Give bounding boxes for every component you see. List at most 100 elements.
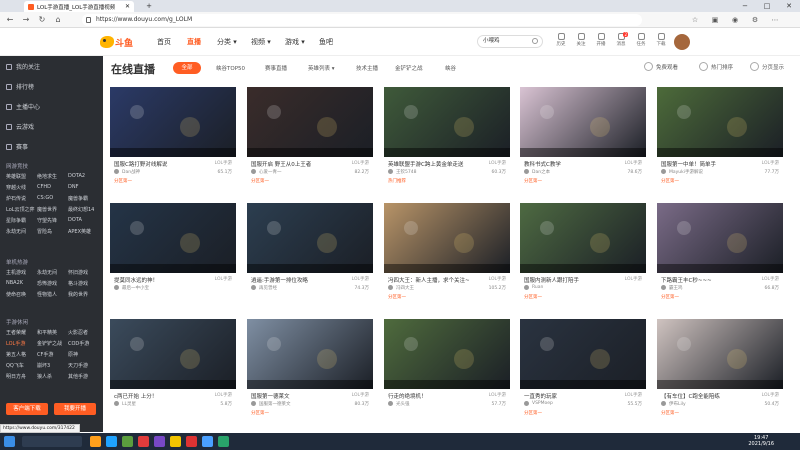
- sidebar-game-link[interactable]: 永劫无间: [6, 228, 37, 235]
- sidebar-item-rank[interactable]: 排行榜: [6, 82, 34, 91]
- option-sort[interactable]: 热门排序: [699, 62, 733, 71]
- stream-category[interactable]: LOL手游: [489, 276, 506, 282]
- sidebar-game-link[interactable]: DOTA2: [68, 173, 99, 180]
- sidebar-game-link[interactable]: 明日方舟: [6, 373, 37, 380]
- collections-icon[interactable]: ▣: [710, 15, 720, 25]
- streamer-name[interactable]: 伊布Lily: [669, 401, 686, 407]
- sidebar-game-link[interactable]: 使命召唤: [6, 291, 37, 298]
- start-broadcast-button[interactable]: 我要开播: [54, 403, 96, 415]
- forward-icon[interactable]: →: [20, 14, 32, 26]
- nav-live[interactable]: 直播: [187, 37, 201, 47]
- stream-title[interactable]: 英雄联盟手游C跨上黄金单走送: [388, 160, 478, 168]
- sidebar-game-link[interactable]: 狼人杀: [37, 373, 68, 380]
- stream-title[interactable]: 国服C路打野对线解说: [114, 160, 204, 168]
- sidebar-game-link[interactable]: 火影忍者: [68, 329, 99, 336]
- stream-thumbnail[interactable]: [247, 319, 373, 389]
- sidebar-game-link[interactable]: CFHD: [37, 184, 68, 191]
- app-icon[interactable]: [202, 436, 213, 447]
- stream-title[interactable]: 冯四大王：新人主播，求个关注~: [388, 276, 478, 284]
- category-rift[interactable]: 峡谷: [445, 64, 456, 72]
- nav-home[interactable]: 首页: [157, 37, 171, 47]
- stream-card[interactable]: 行走的绝境机！ LOL手游 光头强 57.7万: [384, 319, 510, 429]
- sidebar-game-link[interactable]: 我的世界: [68, 291, 99, 298]
- sidebar-game-link[interactable]: 怪物猎人: [37, 291, 68, 298]
- stream-title[interactable]: 逍遥:手游第一排位攻略: [251, 276, 341, 284]
- stream-title[interactable]: 教科书式C教学: [524, 160, 614, 168]
- sidebar-game-link[interactable]: 冒险岛: [37, 228, 68, 235]
- sidebar-game-link[interactable]: 最终幻想14: [68, 206, 99, 213]
- stream-thumbnail[interactable]: [657, 203, 783, 273]
- stream-card[interactable]: 逍遥:手游第一排位攻略 LOL手游 再见曾经 74.3万: [247, 203, 373, 313]
- streamer-name[interactable]: 王钦5748: [396, 169, 416, 175]
- sidebar-game-link[interactable]: LOL手游: [6, 340, 37, 347]
- stream-thumbnail[interactable]: [520, 319, 646, 389]
- search-input[interactable]: 小喂鸡: [477, 35, 543, 48]
- stream-category[interactable]: LOL手游: [352, 276, 369, 282]
- douyu-logo[interactable]: 斗鱼: [100, 35, 134, 49]
- stream-thumbnail[interactable]: [384, 203, 510, 273]
- stream-card[interactable]: 国服第一中单！简单手 LOL手游 Mayuki手游解说 77.7万 分区第一: [657, 87, 783, 197]
- stream-card[interactable]: 国服C路打野对线解说 LOL手游 Dan战神 65.1万 分区第一: [110, 87, 236, 197]
- sidebar-game-link[interactable]: 原神: [68, 351, 99, 358]
- stream-thumbnail[interactable]: [384, 87, 510, 157]
- stream-card[interactable]: 【有车位】C跑全能陪练 LOL手游 伊布Lily 50.4万 分区第一: [657, 319, 783, 429]
- stream-category[interactable]: LOL手游: [625, 392, 642, 398]
- close-tab-icon[interactable]: ✕: [125, 3, 130, 10]
- sidebar-game-link[interactable]: 魔兽世界: [37, 206, 68, 213]
- edge-browser-icon[interactable]: [106, 436, 117, 447]
- sidebar-game-link[interactable]: 格斗游戏: [68, 280, 99, 287]
- stream-card[interactable]: 国服内测新人跟打陪手 LOL手游 Ruan 分区第一: [520, 203, 646, 313]
- nav-yuba[interactable]: 鱼吧: [319, 37, 333, 47]
- sidebar-game-link[interactable]: 魔兽争霸: [68, 195, 99, 202]
- stream-title[interactable]: 下路霸王丰C秒~~~: [661, 276, 751, 284]
- stream-category[interactable]: LOL手游: [215, 392, 232, 398]
- sidebar-game-link[interactable]: 绝地求生: [37, 173, 68, 180]
- streamer-name[interactable]: 冯四大王: [396, 285, 414, 291]
- sidebar-game-link[interactable]: CF手游: [37, 351, 68, 358]
- search-icon[interactable]: [532, 38, 538, 44]
- stream-category[interactable]: LOL手游: [352, 392, 369, 398]
- stream-category[interactable]: LOL手游: [215, 160, 232, 166]
- stream-category[interactable]: LOL手游: [215, 276, 232, 282]
- close-window-button[interactable]: ✕: [778, 0, 800, 12]
- stream-category[interactable]: LOL手游: [762, 276, 779, 282]
- sidebar-game-link[interactable]: 炉石传说: [6, 195, 37, 202]
- stream-title[interactable]: 国服内测新人跟打陪手: [524, 276, 614, 284]
- app-icon[interactable]: [218, 436, 229, 447]
- header-broadcast[interactable]: 开播: [592, 33, 610, 47]
- sidebar-game-link[interactable]: 守望先锋: [37, 217, 68, 224]
- category-esports[interactable]: 赛事直播: [265, 64, 287, 72]
- stream-thumbnail[interactable]: [384, 319, 510, 389]
- streamer-name[interactable]: Mayuki手游解说: [669, 169, 703, 175]
- stream-category[interactable]: LOL手游: [489, 392, 506, 398]
- file-explorer-icon[interactable]: [90, 436, 101, 447]
- sidebar-game-link[interactable]: 主机游戏: [6, 269, 37, 276]
- header-app[interactable]: 下载: [652, 33, 670, 47]
- nav-game[interactable]: 游戏 ▾: [285, 37, 305, 47]
- streamer-name[interactable]: Dan之本: [532, 169, 550, 175]
- avatar[interactable]: [674, 34, 690, 50]
- refresh-icon[interactable]: ↻: [36, 14, 48, 26]
- sidebar-item-esports[interactable]: 赛事: [6, 142, 28, 151]
- streamer-name[interactable]: LL灵星: [122, 401, 136, 407]
- stream-title[interactable]: 一直秀的玩家: [524, 392, 614, 400]
- sidebar-game-link[interactable]: APEX英雄: [68, 228, 99, 235]
- stream-title[interactable]: c两已开始 上分！: [114, 392, 204, 400]
- streamer-name[interactable]: 再见曾经: [259, 285, 277, 291]
- extensions-icon[interactable]: ⚙: [750, 15, 760, 25]
- stream-title[interactable]: 国服第一中单！简单手: [661, 160, 751, 168]
- sidebar-game-link[interactable]: 金铲铲之战: [37, 340, 68, 347]
- streamer-name[interactable]: 霸王鸡: [669, 285, 683, 291]
- category-tech[interactable]: 技术主播: [356, 64, 378, 72]
- sidebar-game-link[interactable]: 第五人格: [6, 351, 37, 358]
- sidebar-game-link[interactable]: 王者荣耀: [6, 329, 37, 336]
- back-icon[interactable]: ←: [4, 14, 16, 26]
- app-icon[interactable]: [154, 436, 165, 447]
- streamer-name[interactable]: Dan战神: [122, 169, 140, 175]
- sidebar-item-anchor[interactable]: 主播中心: [6, 102, 40, 111]
- app-icon[interactable]: [122, 436, 133, 447]
- url-field[interactable]: https://www.douyu.com/g_LOLM: [82, 14, 642, 26]
- sidebar-game-link[interactable]: 英雄联盟: [6, 173, 37, 180]
- streamer-name[interactable]: 光头强: [396, 401, 410, 407]
- minimize-button[interactable]: −: [734, 0, 756, 12]
